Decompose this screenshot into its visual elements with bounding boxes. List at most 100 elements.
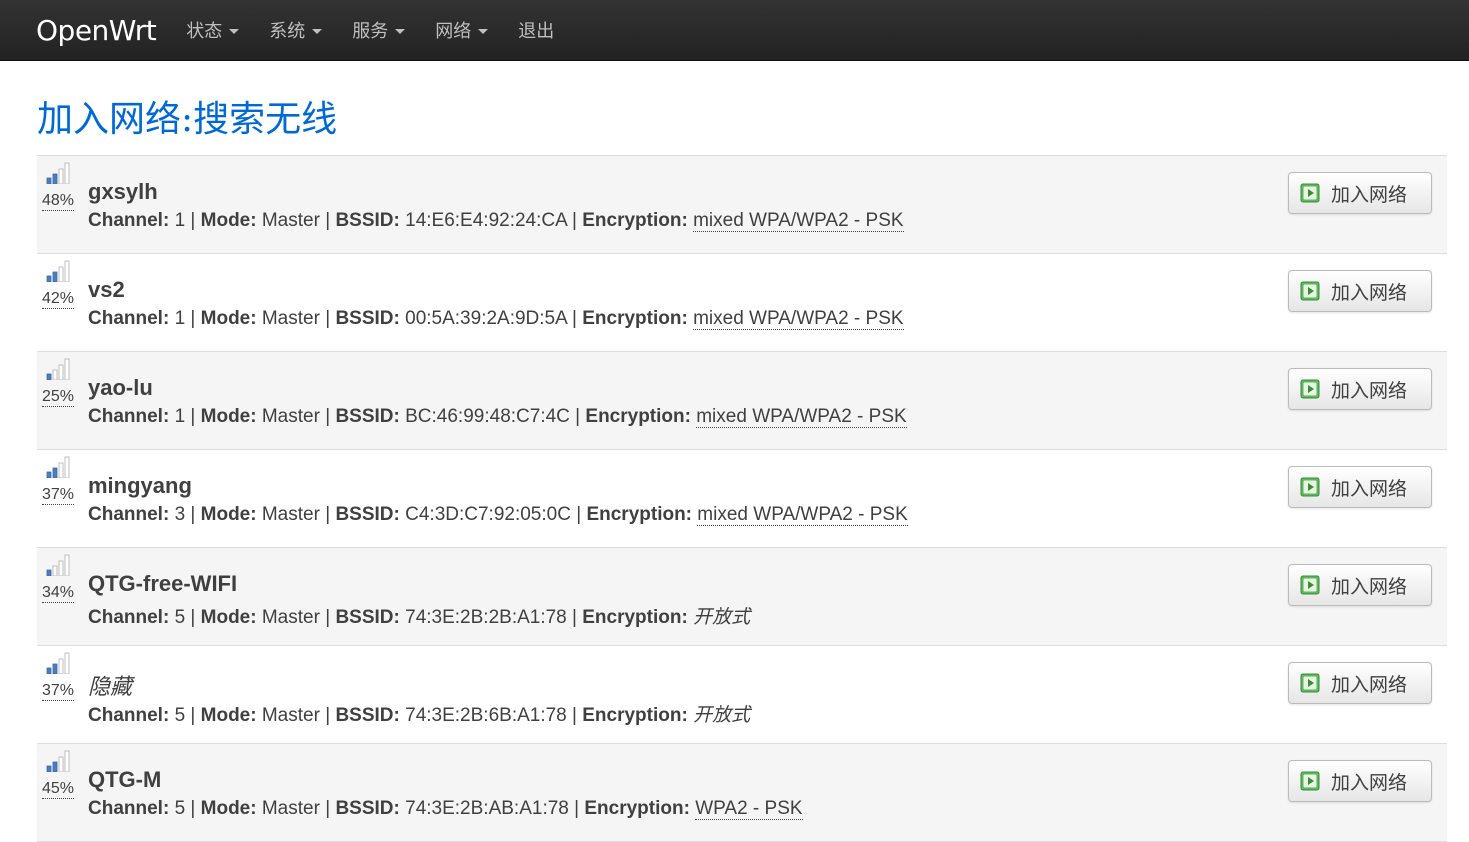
separator: | [319, 504, 336, 525]
network-details: Channel: 1 | Mode: Master | BSSID: BC:46… [88, 406, 907, 428]
join-button-label: 加入网络 [1331, 184, 1408, 206]
bssid-value: 14:E6:E4:92:24:CA [405, 210, 567, 231]
network-ssid: mingyang [88, 473, 192, 498]
bssid-label: BSSID: [335, 705, 400, 726]
nav-item-1[interactable]: 系统 [269, 17, 323, 43]
nav-item-label: 状态 [186, 21, 223, 41]
bssid-value: C4:3D:C7:92:05:0C [405, 504, 571, 525]
network-row: 45% QTG-M Channel: 5 | Mode: Master | BSSI… [37, 744, 1447, 842]
signal-percent: 48% [41, 192, 75, 211]
join-network-button[interactable]: 加入网络 [1288, 662, 1432, 704]
join-button-label: 加入网络 [1331, 674, 1408, 696]
separator: | [319, 607, 336, 628]
nav-item-0[interactable]: 状态 [186, 17, 240, 43]
separator: | [566, 607, 583, 628]
signal-strength-icon [46, 260, 70, 282]
separator: | [185, 308, 201, 329]
mode-value: Master [261, 607, 320, 628]
join-button-label: 加入网络 [1331, 282, 1408, 304]
channel-value: 1 [174, 308, 186, 329]
signal-indicator: 48% [41, 162, 75, 211]
network-details: Channel: 5 | Mode: Master | BSSID: 74:3E… [88, 798, 803, 820]
separator: | [319, 406, 336, 427]
brand-logo[interactable]: OpenWrt [36, 14, 157, 47]
bssid-label: BSSID: [335, 308, 400, 329]
encryption-value: mixed WPA/WPA2 - PSK [693, 210, 904, 232]
play-icon [1300, 771, 1320, 791]
channel-label: Channel: [88, 308, 170, 329]
join-network-button[interactable]: 加入网络 [1288, 466, 1432, 508]
encryption-value: 开放式 [693, 704, 751, 726]
signal-strength-icon [46, 162, 70, 184]
channel-value: 1 [174, 210, 186, 231]
nav-item-2[interactable]: 服务 [352, 17, 406, 43]
encryption-label: Encryption: [585, 406, 691, 427]
bssid-label: BSSID: [335, 607, 400, 628]
network-details: Channel: 1 | Mode: Master | BSSID: 14:E6… [88, 210, 904, 232]
encryption-label: Encryption: [582, 308, 688, 329]
bssid-label: BSSID: [335, 210, 400, 231]
network-row: 37% mingyang Channel: 3 | Mode: Master | B… [37, 450, 1447, 548]
join-network-button[interactable]: 加入网络 [1288, 564, 1432, 606]
nav-item-4[interactable]: 退出 [518, 17, 554, 43]
nav-item-3[interactable]: 网络 [435, 17, 489, 43]
channel-value: 5 [174, 798, 186, 819]
bssid-value: 74:3E:2B:6B:A1:78 [405, 705, 567, 726]
bssid-value: BC:46:99:48:C7:4C [405, 406, 570, 427]
separator: | [569, 406, 586, 427]
play-icon [1300, 281, 1320, 301]
play-icon [1300, 379, 1320, 399]
separator: | [185, 705, 201, 726]
join-network-button[interactable]: 加入网络 [1288, 760, 1432, 802]
signal-indicator: 37% [41, 456, 75, 505]
separator: | [319, 210, 336, 231]
signal-indicator: 25% [41, 358, 75, 407]
top-navbar: OpenWrt 状态 系统 服务 网络 退出 [0, 0, 1469, 61]
separator: | [566, 308, 583, 329]
separator: | [319, 705, 336, 726]
signal-percent: 37% [41, 682, 75, 701]
bssid-label: BSSID: [335, 504, 400, 525]
network-row: 25% yao-lu Channel: 1 | Mode: Master | BSS… [37, 352, 1447, 450]
encryption-label: Encryption: [582, 210, 688, 231]
mode-label: Mode: [200, 607, 257, 628]
mode-value: Master [261, 210, 320, 231]
network-ssid: vs2 [88, 277, 125, 302]
nav-item-label: 网络 [435, 21, 472, 41]
channel-value: 5 [174, 705, 186, 726]
channel-value: 3 [174, 504, 186, 525]
network-row: 37% 隐藏 Channel: 5 | Mode: Master | BSSID: … [37, 646, 1447, 744]
caret-down-icon [478, 28, 489, 34]
network-row: 42% vs2 Channel: 1 | Mode: Master | BSSID:… [37, 254, 1447, 352]
mode-label: Mode: [200, 504, 257, 525]
channel-value: 5 [174, 607, 186, 628]
play-icon [1300, 183, 1320, 203]
signal-percent: 25% [41, 388, 75, 407]
signal-strength-icon [46, 358, 70, 380]
signal-indicator: 45% [41, 750, 75, 799]
network-details: Channel: 5 | Mode: Master | BSSID: 74:3E… [88, 700, 750, 727]
join-network-button[interactable]: 加入网络 [1288, 270, 1432, 312]
encryption-label: Encryption: [582, 705, 688, 726]
signal-indicator: 42% [41, 260, 75, 309]
network-list: 48% gxsylh Channel: 1 | Mode: Master | BSS… [37, 155, 1447, 842]
signal-percent: 37% [41, 486, 75, 505]
network-row: 48% gxsylh Channel: 1 | Mode: Master | BSS… [37, 156, 1447, 254]
bssid-value: 00:5A:39:2A:9D:5A [405, 308, 567, 329]
play-icon [1300, 575, 1320, 595]
encryption-value: WPA2 - PSK [695, 798, 803, 820]
network-details: Channel: 5 | Mode: Master | BSSID: 74:3E… [88, 602, 750, 629]
encryption-value: mixed WPA/WPA2 - PSK [697, 504, 908, 526]
network-ssid: QTG-M [88, 767, 162, 792]
join-network-button[interactable]: 加入网络 [1288, 368, 1432, 410]
join-button-label: 加入网络 [1331, 576, 1408, 598]
signal-strength-icon [46, 750, 70, 772]
channel-label: Channel: [88, 705, 170, 726]
join-network-button[interactable]: 加入网络 [1288, 172, 1432, 214]
play-icon [1300, 477, 1320, 497]
encryption-label: Encryption: [584, 798, 690, 819]
caret-down-icon [395, 28, 406, 34]
network-row: 34% QTG-free-WIFI Channel: 5 | Mode: Maste… [37, 548, 1447, 646]
signal-indicator: 34% [41, 554, 75, 603]
separator: | [185, 504, 201, 525]
